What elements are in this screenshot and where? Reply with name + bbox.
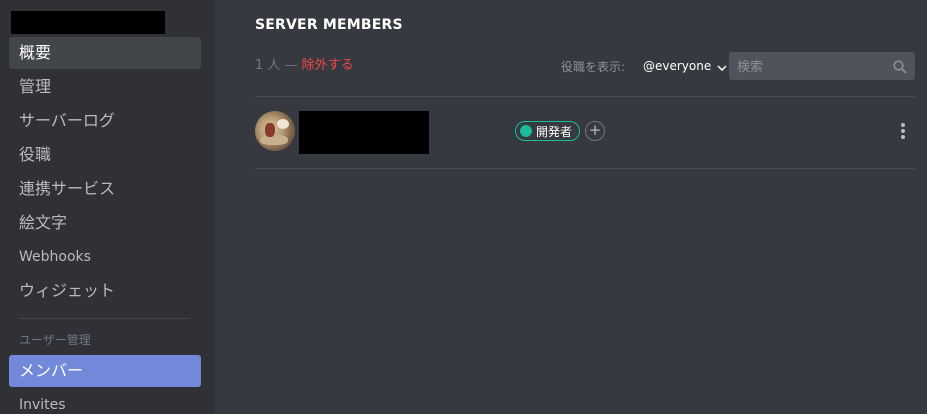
role-filter-value: @everyone (643, 59, 712, 73)
role-name: 開発者 (536, 124, 573, 139)
member-search (729, 52, 915, 82)
prune-link[interactable]: 除外する (302, 58, 354, 73)
sidebar-item-audit-log[interactable]: サーバーログ (9, 105, 201, 137)
sidebar-item-invites[interactable]: Invites (9, 389, 201, 414)
sidebar-item-webhooks[interactable]: Webhooks (9, 241, 201, 273)
search-input[interactable] (729, 52, 889, 82)
sidebar-item-widget[interactable]: ウィジェット (9, 275, 201, 307)
sidebar-item-members[interactable]: メンバー (9, 355, 201, 387)
more-options-icon[interactable] (898, 122, 908, 142)
sidebar-item-moderation[interactable]: 管理 (9, 71, 201, 103)
plus-icon: + (588, 121, 602, 139)
role-filter-label: 役職を表示: (561, 60, 626, 74)
settings-sidebar: 概要 管理 サーバーログ 役職 連携サービス 絵文字 Webhooks ウィジェ… (0, 0, 215, 414)
members-panel: SERVER MEMBERS 1 人 — 除外する 役職を表示: @everyo… (215, 0, 927, 414)
member-count: 1 人 (255, 58, 281, 73)
server-name-redacted (11, 11, 165, 34)
sidebar-item-emoji[interactable]: 絵文字 (9, 207, 201, 239)
row-divider (255, 168, 915, 169)
sidebar-item-roles[interactable]: 役職 (9, 139, 201, 171)
sidebar-item-overview[interactable]: 概要 (9, 37, 201, 69)
member-row: 開発者 + (255, 110, 915, 154)
page-title: SERVER MEMBERS (255, 17, 403, 33)
avatar[interactable] (255, 111, 295, 151)
role-pill-developer[interactable]: 開発者 (515, 121, 581, 141)
sidebar-item-integrations[interactable]: 連携サービス (9, 173, 201, 205)
count-separator: — (280, 58, 302, 73)
role-color-dot (520, 125, 532, 137)
header-divider (255, 96, 915, 97)
add-role-button[interactable]: + (585, 121, 605, 141)
sidebar-divider (19, 318, 190, 319)
role-filter-dropdown[interactable]: @everyone (643, 58, 727, 75)
member-count-row: 1 人 — 除外する (255, 58, 354, 74)
chevron-down-icon (717, 59, 727, 75)
search-icon[interactable] (893, 59, 907, 78)
sidebar-section-user-management: ユーザー管理 (19, 333, 91, 347)
member-name-redacted (299, 111, 429, 154)
